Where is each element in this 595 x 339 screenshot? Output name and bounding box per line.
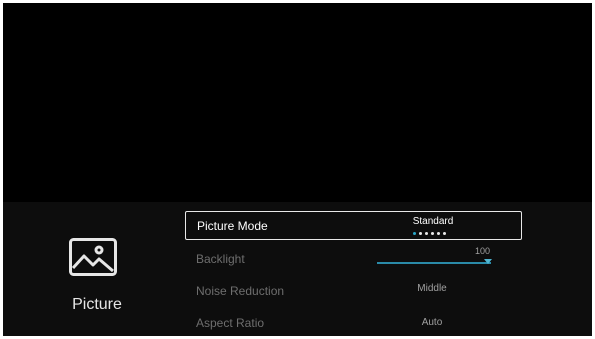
option-dot xyxy=(413,232,416,235)
option-dot xyxy=(437,232,440,235)
settings-menu: Picture Picture Mode Standard Backlight … xyxy=(3,202,592,336)
category-label: Picture xyxy=(72,296,122,313)
option-dot xyxy=(419,232,422,235)
option-indicator xyxy=(413,232,446,235)
option-dot xyxy=(443,232,446,235)
setting-value: Standard xyxy=(412,216,454,227)
setting-value: Auto xyxy=(421,317,443,328)
setting-row-noise-reduction[interactable]: Noise Reduction Middle xyxy=(185,276,522,305)
setting-label: Picture Mode xyxy=(197,219,268,233)
option-dot xyxy=(431,232,434,235)
setting-row-backlight[interactable]: Backlight 100 xyxy=(185,244,522,273)
setting-label: Noise Reduction xyxy=(196,284,285,298)
option-dot xyxy=(425,232,428,235)
tv-screen: Picture Picture Mode Standard Backlight … xyxy=(3,3,592,336)
picture-icon xyxy=(69,238,117,276)
setting-row-picture-mode[interactable]: Picture Mode Standard xyxy=(185,211,522,240)
setting-value: Middle xyxy=(417,283,447,294)
backlight-slider[interactable] xyxy=(377,262,491,264)
setting-label: Aspect Ratio xyxy=(196,316,265,330)
setting-row-aspect-ratio[interactable]: Aspect Ratio Auto xyxy=(185,308,522,336)
slider-value: 100 xyxy=(475,246,491,256)
setting-label: Backlight xyxy=(196,252,245,266)
slider-handle[interactable] xyxy=(484,259,492,264)
